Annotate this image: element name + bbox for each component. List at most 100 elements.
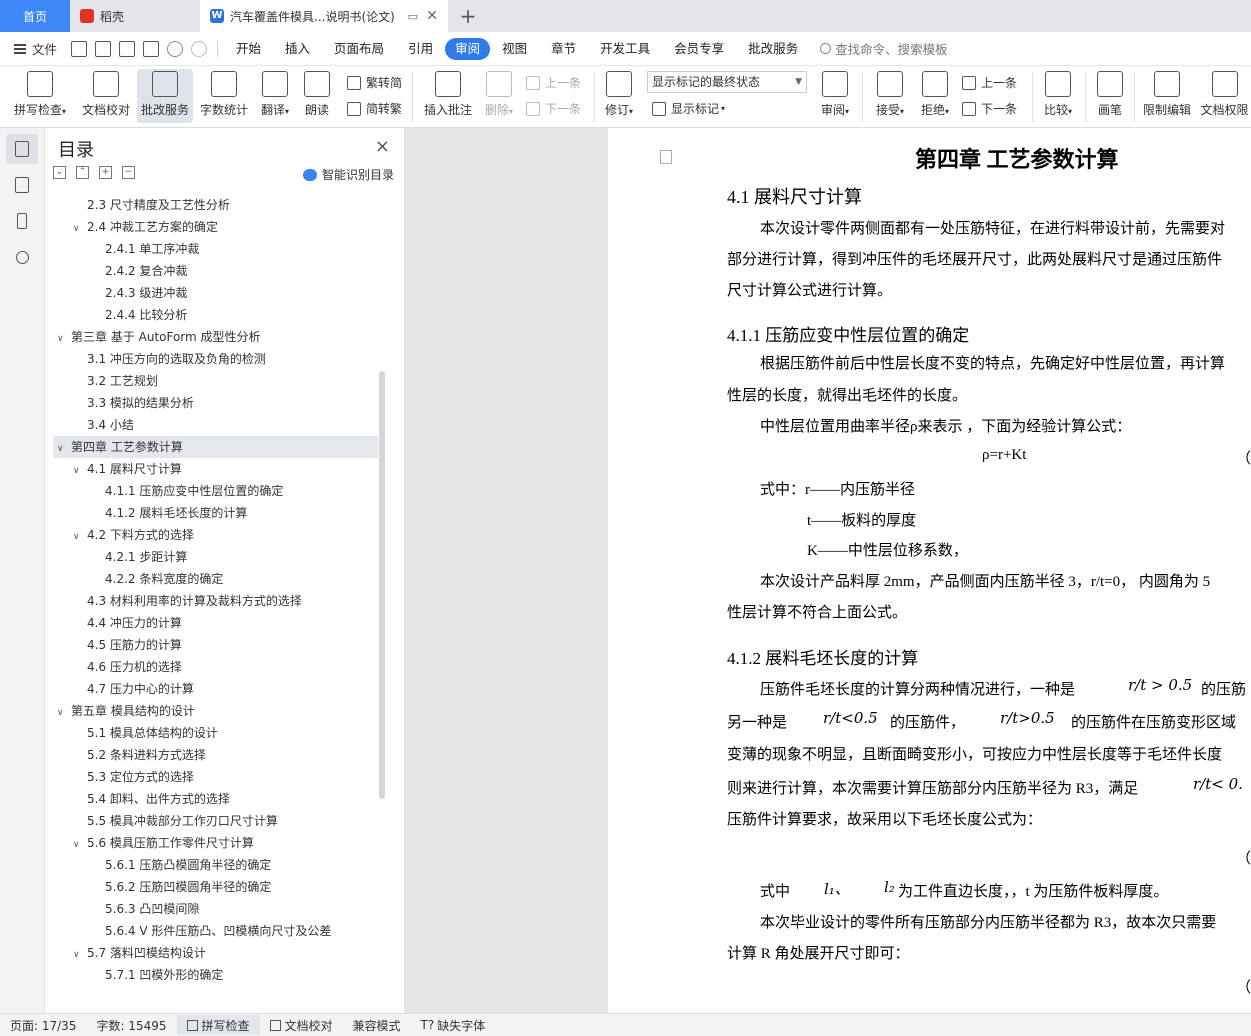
new-tab-button[interactable]: +	[448, 0, 488, 32]
read-aloud-button[interactable]: 朗读	[298, 69, 336, 118]
redo-icon[interactable]	[191, 40, 208, 57]
markup-state-select[interactable]: 显示标记的最终状态 ▼	[647, 71, 807, 93]
compare-button[interactable]: 比较▾	[1038, 69, 1078, 118]
close-icon[interactable]: ×	[375, 136, 390, 157]
print-preview-icon[interactable]	[143, 40, 160, 57]
bookmark-button[interactable]	[6, 206, 38, 236]
toc-item[interactable]: ∨ 4.2 下料方式的选择	[53, 524, 378, 546]
toc-item[interactable]: 3.3 模拟的结果分析	[53, 392, 378, 414]
menu-view[interactable]: 视图	[490, 38, 539, 60]
toc-item[interactable]: ∨ 5.7 落料凹模结构设计	[53, 942, 378, 964]
toc-item[interactable]: 5.7.1 凹模外形的确定	[53, 964, 378, 986]
collapse-all-icon[interactable]: ⌄	[53, 166, 66, 179]
menu-correction[interactable]: 批改服务	[736, 38, 810, 60]
prev-comment-button[interactable]: 上一条	[526, 74, 581, 91]
command-search[interactable]: 查找命令、搜索模板	[820, 39, 948, 58]
tab-document[interactable]: W 汽车覆盖件模具...说明书(论文) ▭ ✕	[200, 0, 448, 32]
prev-change-button[interactable]: 上一条	[962, 74, 1017, 91]
menu-insert[interactable]: 插入	[273, 38, 322, 60]
chevron-down-icon[interactable]: ∨	[73, 526, 87, 548]
toc-item[interactable]: 3.1 冲压方向的选取及负角的检测	[53, 348, 378, 370]
toc-item[interactable]: 5.1 模具总体结构的设计	[53, 722, 378, 744]
toc-item[interactable]: 5.4 卸料、出件方式的选择	[53, 788, 378, 810]
toc-item[interactable]: 5.6.3 凸凹模间隙	[53, 898, 378, 920]
toc-item[interactable]: 4.4 冲压力的计算	[53, 612, 378, 634]
menu-start[interactable]: 开始	[224, 38, 273, 60]
toc-item[interactable]: ∨ 5.6 模具压筋工作零件尺寸计算	[53, 832, 378, 854]
toc-item[interactable]: 4.1.1 压筋应变中性层位置的确定	[53, 480, 378, 502]
pen-button[interactable]: 画笔	[1092, 69, 1128, 118]
toc-item[interactable]: 2.3 尺寸精度及工艺性分析	[53, 194, 378, 216]
toc-item[interactable]: ∨ 第四章 工艺参数计算	[53, 436, 378, 458]
menu-chapter[interactable]: 章节	[539, 38, 588, 60]
chevron-down-icon[interactable]: ∨	[73, 944, 87, 966]
export-pdf-icon[interactable]	[95, 40, 112, 57]
toc-item[interactable]: 4.5 压筋力的计算	[53, 634, 378, 656]
review-pane-button[interactable]: 审阅▾	[815, 69, 855, 118]
print-icon[interactable]	[119, 40, 136, 57]
toc-item[interactable]: 5.5 模具冲裁部分工作刃口尺寸计算	[53, 810, 378, 832]
translate-button[interactable]: 翻译▾	[255, 69, 295, 118]
chevron-down-icon[interactable]: ∨	[73, 218, 87, 240]
file-menu[interactable]: 文件	[0, 39, 67, 58]
toc-item[interactable]: ∨ 第三章 基于 AutoForm 成型性分析	[53, 326, 378, 348]
review-service-button[interactable]: 批改服务	[137, 69, 193, 123]
document-page[interactable]: 第四章 工艺参数计算 4.1 展料尺寸计算 本次设计零件两侧面都有一处压筋特征，…	[608, 128, 1251, 1013]
spell-check-button[interactable]: 拼写检查▾	[8, 69, 72, 118]
next-change-button[interactable]: 下一条	[962, 100, 1017, 117]
add-heading-icon[interactable]: +	[99, 166, 112, 179]
toc-item[interactable]: 2.4.3 级进冲裁	[53, 282, 378, 304]
menu-review[interactable]: 审阅	[445, 37, 491, 60]
reject-button[interactable]: 拒绝▾	[915, 69, 955, 118]
word-count-button[interactable]: 字数统计	[196, 69, 252, 118]
trad-to-simp-button[interactable]: 繁转简	[347, 74, 402, 91]
toc-item[interactable]: 5.2 条料进料方式选择	[53, 744, 378, 766]
toc-item[interactable]: 2.4.1 单工序冲裁	[53, 238, 378, 260]
delete-comment-button[interactable]: 删除▾	[480, 69, 518, 118]
insert-comment-button[interactable]: 插入批注	[420, 69, 476, 118]
close-icon[interactable]: ✕	[426, 8, 438, 24]
chevron-down-icon[interactable]: ∨	[73, 460, 87, 482]
window-icon[interactable]: ▭	[408, 10, 418, 23]
chapter-nav-button[interactable]	[6, 170, 38, 200]
toc-item[interactable]: ∨ 第五章 模具结构的设计	[53, 700, 378, 722]
chevron-down-icon[interactable]: ∨	[57, 702, 71, 724]
simp-to-trad-button[interactable]: 简转繁	[347, 100, 402, 117]
restrict-edit-button[interactable]: 限制编辑	[1140, 69, 1194, 118]
menu-reference[interactable]: 引用	[396, 38, 445, 60]
toc-item[interactable]: 4.1.2 展料毛坯长度的计算	[53, 502, 378, 524]
doc-check-button[interactable]: 文档校对	[78, 69, 134, 118]
menu-page-layout[interactable]: 页面布局	[322, 38, 396, 60]
toc-item[interactable]: 4.2.1 步距计算	[53, 546, 378, 568]
toc-item[interactable]: 4.6 压力机的选择	[53, 656, 378, 678]
toc-item[interactable]: 5.6.4 V 形件压筋凸、凹模横向尺寸及公差	[53, 920, 378, 942]
toc-item[interactable]: 5.3 定位方式的选择	[53, 766, 378, 788]
toc-item[interactable]: ∨ 2.4 冲裁工艺方案的确定	[53, 216, 378, 238]
scrollbar-thumb[interactable]	[379, 371, 385, 799]
menu-member[interactable]: 会员专享	[662, 38, 736, 60]
remove-heading-icon[interactable]: −	[122, 166, 135, 179]
show-markup-button[interactable]: 显示标记 ▾	[652, 100, 725, 117]
chevron-down-icon[interactable]: ∨	[57, 328, 71, 350]
doc-permission-button[interactable]: 文档权限	[1198, 69, 1251, 118]
toc-item[interactable]: 3.4 小结	[53, 414, 378, 436]
next-comment-button[interactable]: 下一条	[526, 100, 581, 117]
word-count-indicator[interactable]: 字数: 15495	[86, 1017, 176, 1034]
doc-check-status[interactable]: 文档校对	[260, 1017, 343, 1034]
toc-item[interactable]: ∨ 4.1 展料尺寸计算	[53, 458, 378, 480]
find-button[interactable]	[6, 242, 38, 272]
toc-item[interactable]: 2.4.4 比较分析	[53, 304, 378, 326]
toc-item[interactable]: 4.7 压力中心的计算	[53, 678, 378, 700]
missing-font-status[interactable]: T? 缺失字体	[411, 1017, 496, 1034]
page-indicator[interactable]: 页面: 17/35	[0, 1017, 86, 1034]
tab-home[interactable]: 首页	[0, 0, 70, 32]
undo-icon[interactable]	[167, 40, 184, 57]
expand-all-icon[interactable]: ⌃	[76, 166, 89, 179]
toc-item[interactable]: 4.3 材料利用率的计算及裁料方式的选择	[53, 590, 378, 612]
chevron-down-icon[interactable]: ∨	[57, 438, 71, 460]
spell-check-toggle[interactable]: 拼写检查	[176, 1015, 260, 1035]
toc-item[interactable]: 3.2 工艺规划	[53, 370, 378, 392]
save-icon[interactable]	[71, 40, 88, 57]
toc-item[interactable]: 2.4.2 复合冲裁	[53, 260, 378, 282]
accept-button[interactable]: 接受▾	[870, 69, 910, 118]
